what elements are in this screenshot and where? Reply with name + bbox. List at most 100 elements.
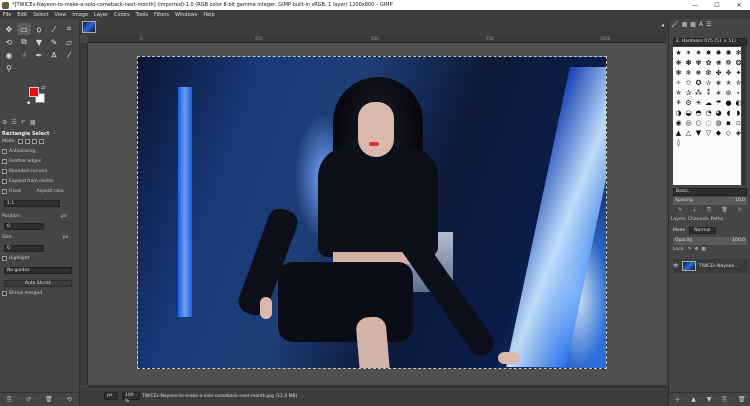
new-layer-icon[interactable]: ＋ — [674, 395, 680, 404]
color-picker-tool-icon[interactable]: ⁄ — [62, 49, 76, 61]
shrink-merged-checkbox[interactable] — [2, 291, 7, 296]
brush-preset[interactable]: ✸ — [704, 48, 713, 57]
paintbrush-tool-icon[interactable]: ✎ — [47, 36, 61, 48]
brush-preset[interactable]: ◉ — [674, 118, 683, 127]
menu-windows[interactable]: Windows — [172, 12, 200, 18]
smudge-tool-icon[interactable]: ☝ — [17, 49, 31, 61]
horizontal-ruler[interactable]: 0 250 500 750 1000 — [88, 35, 666, 43]
brush-preset[interactable]: ◇ — [724, 128, 733, 137]
brush-scrollbar[interactable] — [742, 47, 746, 185]
delete-preset-icon[interactable]: 🗑 — [45, 396, 53, 403]
swap-colors-icon[interactable]: ⇄ — [41, 85, 45, 91]
brush-preset[interactable]: ✪ — [694, 78, 703, 87]
tab-patterns[interactable]: ▦ — [682, 21, 688, 28]
text-tool-icon[interactable]: A — [47, 49, 61, 61]
ratio-input[interactable]: 1:1 — [4, 200, 60, 207]
mode-replace-icon[interactable] — [17, 139, 23, 144]
brush-preset[interactable]: ◈ — [734, 128, 741, 137]
tab-menu[interactable]: ☰ — [706, 21, 711, 28]
brush-preset[interactable]: ○ — [694, 118, 703, 127]
clone-tool-icon[interactable]: ◉ — [2, 49, 16, 61]
brush-preset[interactable]: ✮ — [734, 78, 741, 87]
maximize-button[interactable]: ☐ — [706, 2, 728, 9]
expand-option[interactable]: Expand from center — [2, 179, 54, 184]
rect-select-tool-icon[interactable]: ▭ — [17, 23, 31, 35]
brush-preset[interactable]: ◍ — [714, 118, 723, 127]
duplicate-layer-icon[interactable]: ⎘ — [722, 396, 727, 404]
foreground-color[interactable] — [29, 87, 39, 97]
brush-preset[interactable]: ✬ — [714, 78, 723, 87]
brush-preset[interactable]: ✫ — [704, 78, 713, 87]
lower-layer-icon[interactable]: ▼ — [707, 396, 712, 403]
brush-preset[interactable]: ✻ — [734, 48, 741, 57]
brush-preset[interactable]: ❀ — [714, 58, 723, 67]
brush-preset[interactable]: ✯ — [674, 88, 683, 97]
brush-preset[interactable]: ◗ — [734, 108, 741, 117]
refresh-brushes-icon[interactable]: ↻ — [738, 207, 742, 214]
brush-preset[interactable]: ❂ — [734, 58, 741, 67]
tab-images[interactable]: ▦ — [30, 119, 36, 126]
brush-preset[interactable]: ✭ — [724, 78, 733, 87]
minimize-button[interactable]: — — [684, 2, 706, 9]
layer-mode-select[interactable]: Normal — [689, 227, 716, 234]
brush-preset[interactable]: ◔ — [704, 108, 713, 117]
duplicate-brush-icon[interactable]: ⎘ — [707, 207, 711, 214]
brush-preset[interactable]: ⋆ — [734, 88, 741, 97]
brush-preset[interactable]: ◓ — [694, 108, 703, 117]
highlight-checkbox[interactable] — [2, 256, 7, 261]
fixed-checkbox[interactable] — [2, 189, 7, 194]
new-brush-icon[interactable]: ＋ — [692, 207, 697, 214]
brush-preset[interactable]: ▽ — [704, 128, 713, 137]
brush-preset[interactable]: ★ — [674, 48, 683, 57]
rounded-checkbox[interactable] — [2, 169, 7, 174]
layer-name[interactable]: TWICEs-Nayeon... — [699, 264, 739, 269]
reset-options-icon[interactable]: ⟲ — [67, 396, 72, 403]
save-preset-icon[interactable]: ⎘ — [7, 396, 12, 404]
paths-tool-icon[interactable]: ✒ — [32, 49, 46, 61]
expand-checkbox[interactable] — [2, 179, 7, 184]
move-tool-icon[interactable]: ✥ — [2, 23, 16, 35]
tab-layers[interactable]: Layers — [671, 217, 686, 222]
brush-preset[interactable]: ⚙ — [684, 98, 693, 107]
mode-subtract-icon[interactable] — [31, 139, 37, 144]
restore-preset-icon[interactable]: ↺ — [26, 396, 31, 403]
brush-preset[interactable]: ❄ — [684, 68, 693, 77]
brush-preset[interactable]: ⁂ — [694, 88, 703, 97]
zoom-tool-icon[interactable]: ⚲ — [2, 62, 16, 74]
menu-file[interactable]: File — [0, 12, 14, 18]
brush-preset[interactable]: ❁ — [724, 58, 733, 67]
size-unit-select[interactable]: px — [63, 235, 69, 240]
crop-tool-icon[interactable]: ⌗ — [62, 23, 76, 35]
antialiasing-checkbox[interactable] — [2, 149, 7, 154]
transform-tool-icon[interactable]: ⟲ — [2, 36, 16, 48]
brush-preset[interactable]: ☀ — [694, 98, 703, 107]
mode-add-icon[interactable] — [24, 139, 30, 144]
brush-preset[interactable]: ✿ — [704, 58, 713, 67]
brush-preset[interactable]: ⁑ — [704, 88, 713, 97]
brush-preset[interactable]: ◑ — [674, 108, 683, 117]
brush-preset[interactable]: ✺ — [724, 48, 733, 57]
brush-preset[interactable]: ◒ — [684, 108, 693, 117]
menu-edit[interactable]: Edit — [14, 12, 30, 18]
position-unit-select[interactable]: px — [61, 214, 67, 219]
brush-preset[interactable]: ✩ — [684, 78, 693, 87]
antialiasing-option[interactable]: Antialiasing — [2, 149, 35, 154]
brush-preset[interactable]: ▼ — [694, 128, 703, 137]
brush-preset[interactable]: ◖ — [724, 108, 733, 117]
tab-paths[interactable]: Paths — [711, 217, 723, 222]
brush-preset[interactable]: ◎ — [684, 118, 693, 127]
position-x-input[interactable]: 0 — [4, 223, 44, 230]
reset-colors-icon[interactable]: ▪ — [27, 100, 30, 106]
brush-grid[interactable]: ★ ✶ ✷ ✸ ✹ ✺ ✻ ❋ ✽ ✾ ✿ ❀ ❁ ❂ ❃ ❄ ❅ ❆ ✤ ✥ ✦ ✧ ✩ ✪ ✫ ✬ ✭ ✮ ✯ ✰ ⁂ ⁑ ∗ ⊛ ⋆ ⚘ ⚙ ☀ ☁ ☂… — [673, 47, 741, 185]
brush-preset[interactable]: ● — [724, 98, 733, 107]
raise-layer-icon[interactable]: ▲ — [691, 396, 696, 403]
close-button[interactable]: ✕ — [728, 2, 750, 9]
menu-layer[interactable]: Layer — [91, 12, 111, 18]
lock-alpha-icon[interactable]: ▦ — [701, 247, 705, 252]
menu-colors[interactable]: Colors — [111, 12, 133, 18]
brush-preset[interactable]: ☁ — [704, 98, 713, 107]
brush-preset[interactable]: ❃ — [674, 68, 683, 77]
brush-preset[interactable]: ❅ — [694, 68, 703, 77]
tag-filter-input[interactable]: Basic, — [673, 188, 747, 196]
zoom-select[interactable]: 100 % — [122, 392, 140, 404]
